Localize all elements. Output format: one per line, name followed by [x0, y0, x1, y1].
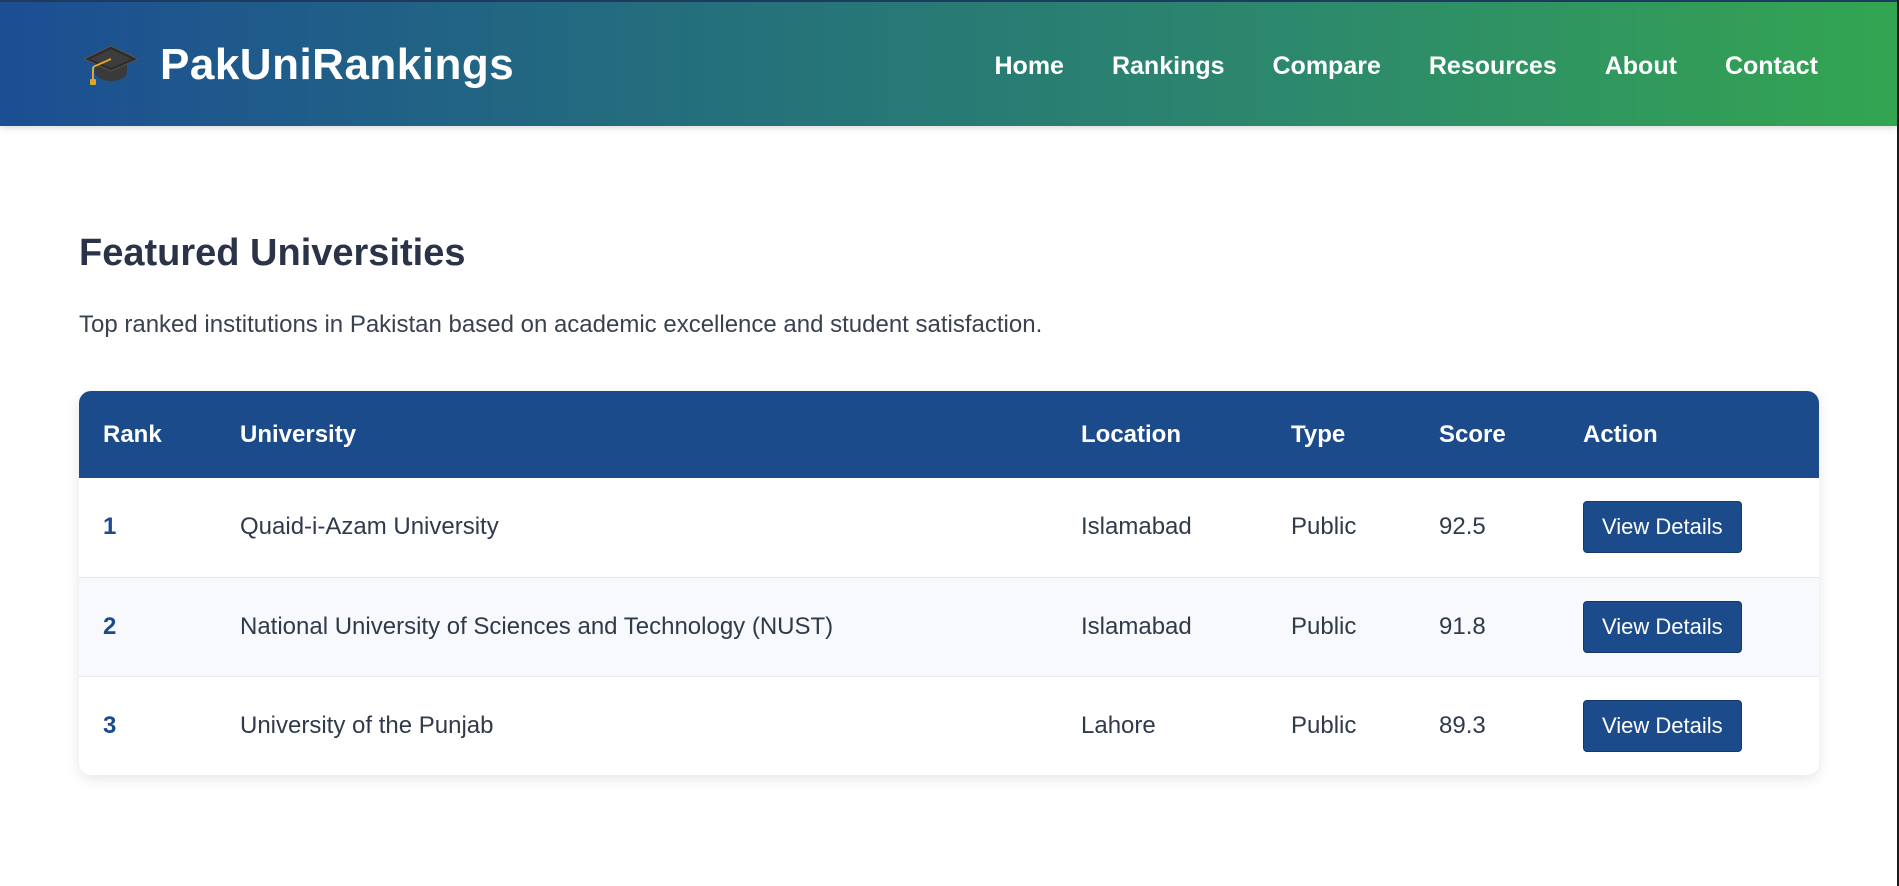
- site-header: PakUniRankings Home Rankings Compare Res…: [0, 0, 1897, 126]
- action-cell: View Details: [1559, 676, 1819, 775]
- score-cell: 89.3: [1439, 711, 1486, 739]
- column-header-location: Location: [1081, 420, 1181, 448]
- graduation-cap-icon: [82, 42, 140, 88]
- rank-cell: 1: [103, 513, 117, 541]
- type-cell: Public: [1291, 711, 1357, 739]
- nav-compare[interactable]: Compare: [1273, 50, 1381, 82]
- view-details-button[interactable]: View Details: [1583, 501, 1742, 554]
- rankings-table: Rank University Location Type Score Acti…: [79, 391, 1819, 775]
- rank-cell: 2: [103, 612, 117, 640]
- rankings-table-card: Rank University Location Type Score Acti…: [79, 391, 1819, 775]
- brand-logo[interactable]: PakUniRankings: [82, 40, 514, 90]
- location-cell: Lahore: [1081, 711, 1156, 739]
- table-row: 2 National University of Sciences and Te…: [79, 577, 1819, 676]
- main-nav: Home Rankings Compare Resources About Co…: [947, 50, 1819, 82]
- nav-resources[interactable]: Resources: [1429, 50, 1557, 82]
- table-row: 1 Quaid-i-Azam University Islamabad Publ…: [79, 478, 1819, 577]
- university-cell: Quaid-i-Azam University: [240, 513, 499, 541]
- type-cell: Public: [1291, 612, 1357, 640]
- location-cell: Islamabad: [1081, 612, 1192, 640]
- column-header-score: Score: [1439, 420, 1506, 448]
- column-header-action: Action: [1583, 420, 1658, 448]
- section-title: Featured Universities: [79, 232, 466, 274]
- university-cell: National University of Sciences and Tech…: [240, 612, 834, 640]
- location-cell: Islamabad: [1081, 513, 1192, 541]
- rank-cell: 3: [103, 711, 117, 739]
- type-cell: Public: [1291, 513, 1357, 541]
- table-row: 3 University of the Punjab Lahore Public…: [79, 676, 1819, 775]
- view-details-button[interactable]: View Details: [1583, 600, 1742, 653]
- action-cell: View Details: [1559, 577, 1819, 676]
- nav-contact[interactable]: Contact: [1725, 50, 1818, 82]
- score-cell: 91.8: [1439, 612, 1486, 640]
- brand-name: PakUniRankings: [160, 40, 515, 89]
- score-cell: 92.5: [1439, 513, 1486, 541]
- nav-about[interactable]: About: [1605, 50, 1677, 82]
- column-header-type: Type: [1291, 420, 1346, 448]
- nav-rankings[interactable]: Rankings: [1112, 50, 1225, 82]
- column-header-university: University: [240, 420, 357, 448]
- action-cell: View Details: [1559, 478, 1819, 577]
- column-header-rank: Rank: [103, 420, 162, 448]
- nav-home[interactable]: Home: [995, 50, 1064, 82]
- section-description: Top ranked institutions in Pakistan base…: [79, 311, 1043, 338]
- view-details-button[interactable]: View Details: [1583, 699, 1742, 752]
- table-header-row: Rank University Location Type Score Acti…: [79, 391, 1819, 478]
- university-cell: University of the Punjab: [240, 711, 494, 739]
